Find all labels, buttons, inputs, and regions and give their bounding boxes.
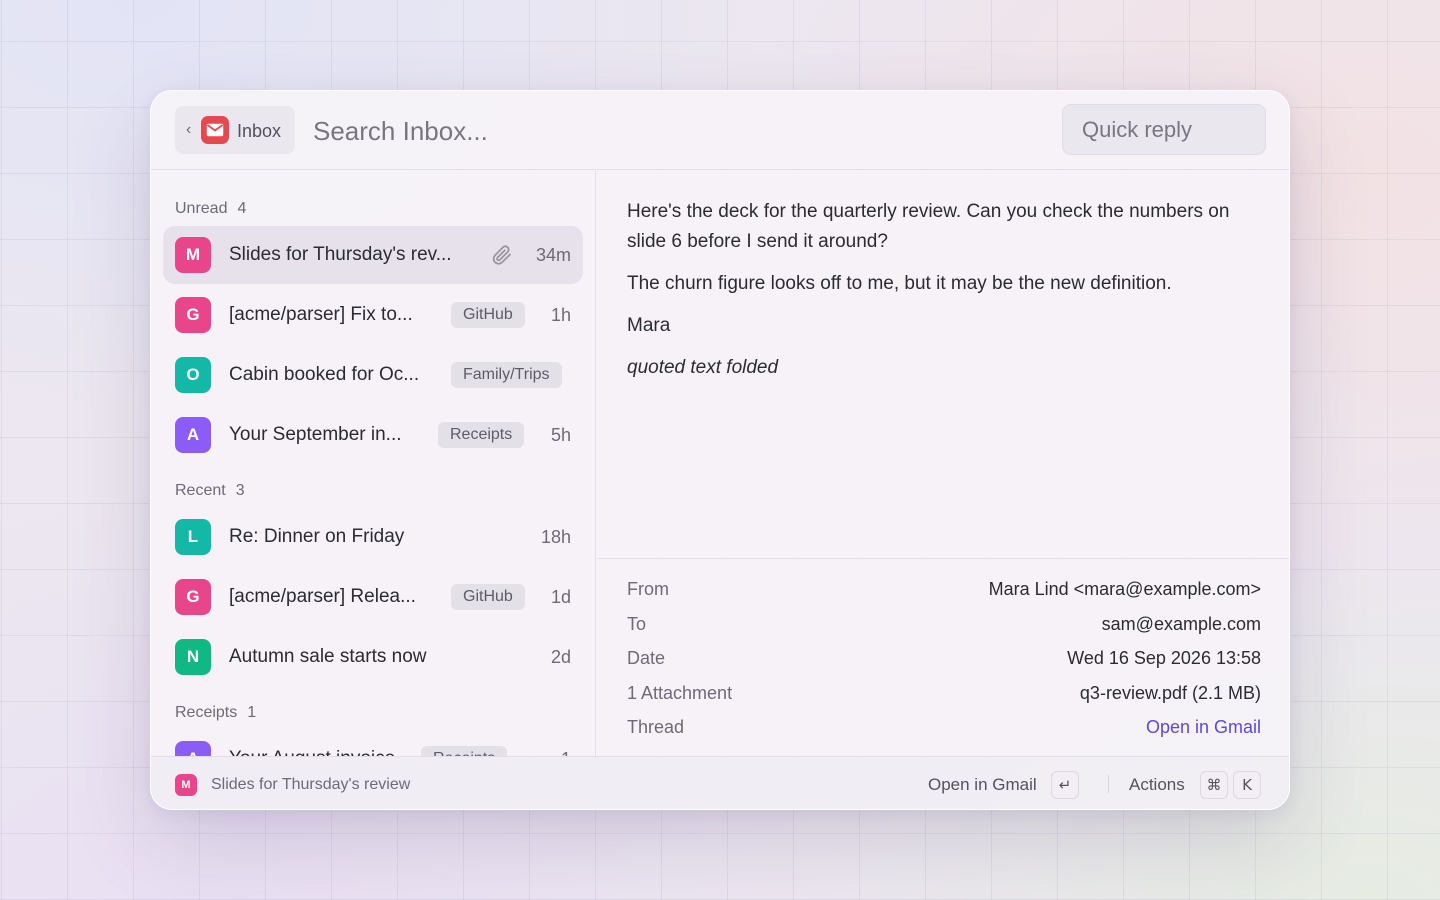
message-time: 34m — [535, 245, 571, 265]
message-time: 1h — [550, 305, 571, 325]
section-title-unread: Unread 4 — [175, 200, 246, 218]
return-key-icon: ↵ — [1051, 771, 1079, 799]
from-value: Mara Lind <mara@example.com> — [988, 579, 1261, 599]
message-subject: Autumn sale starts now — [229, 646, 427, 667]
back-label: Inbox — [237, 121, 282, 141]
avatar: O — [175, 357, 211, 393]
message-time: 1 — [561, 749, 571, 756]
avatar: G — [175, 579, 211, 615]
message-signature: Mara — [627, 315, 671, 336]
label-tag: Family/Trips — [451, 362, 562, 388]
avatar: M — [175, 774, 197, 796]
attachment-label: 1 Attachment — [627, 683, 733, 703]
message-time: 2d — [550, 647, 571, 667]
quoted-text-toggle[interactable]: quoted text folded — [627, 353, 1267, 383]
header: ‹ Inbox — [151, 91, 1289, 170]
list-item[interactable]: G [acme/parser] Relea... GitHub 1d — [163, 568, 583, 626]
chevron-left-icon: ‹ — [186, 121, 192, 138]
list-item[interactable]: M Slides for Thursday's rev... 34m — [163, 226, 583, 284]
label-tag: Receipts — [421, 746, 508, 756]
message-paragraph: Here's the deck for the quarterly review… — [627, 201, 1230, 252]
message-time: 5h — [550, 425, 571, 445]
list-item[interactable]: O Cabin booked for Oc... Family/Trips — [163, 346, 583, 404]
section-title-recent: Recent 3 — [175, 482, 245, 500]
section-label: Receipts — [175, 704, 238, 721]
message-body: Here's the deck for the quarterly review… — [627, 197, 1267, 395]
search-input[interactable] — [313, 111, 913, 151]
quick-reply-input[interactable] — [1062, 104, 1266, 155]
message-subject: Your August invoice — [229, 748, 395, 756]
message-subject: Cabin booked for Oc... — [229, 364, 420, 385]
message-subject: Slides for Thursday's rev... — [229, 244, 452, 265]
meta-row-from: From Mara Lind <mara@example.com> — [627, 579, 1261, 603]
list-item[interactable]: N Autumn sale starts now 2d — [163, 628, 583, 686]
from-label: From — [627, 579, 669, 599]
list-item[interactable]: A Your August invoice Receipts 1 — [163, 730, 583, 756]
list-item[interactable]: G [acme/parser] Fix to... GitHub 1h — [163, 286, 583, 344]
section-count: 4 — [237, 200, 247, 217]
message-subject: [acme/parser] Relea... — [229, 586, 416, 607]
thread-label: Thread — [627, 717, 685, 737]
avatar: A — [175, 741, 211, 756]
label-tag: GitHub — [451, 584, 525, 610]
meta-row-attachment: 1 Attachment q3-review.pdf (2.1 MB) — [627, 683, 1261, 707]
attachment-link[interactable]: q3-review.pdf (2.1 MB) — [1080, 683, 1261, 704]
actions-button[interactable]: Actions — [1129, 775, 1185, 795]
divider — [1108, 775, 1109, 793]
message-time: 1d — [550, 587, 571, 607]
section-title-receipts: Receipts 1 — [175, 704, 256, 722]
back-to-inbox-button[interactable]: ‹ Inbox — [175, 106, 295, 154]
open-in-gmail-link[interactable]: Open in Gmail — [1146, 717, 1261, 738]
message-time: 18h — [540, 527, 571, 547]
list-item[interactable]: A Your September in... Receipts 5h — [163, 406, 583, 464]
avatar: N — [175, 639, 211, 675]
section-count: 1 — [247, 704, 257, 721]
list-item[interactable]: L Re: Dinner on Friday 18h — [163, 508, 583, 566]
footer-bar: M Slides for Thursday's review Open in G… — [151, 756, 1289, 809]
section-label: Recent — [175, 482, 226, 499]
mail-icon — [201, 116, 229, 144]
message-subject: Your September in... — [229, 424, 402, 445]
date-value: Wed 16 Sep 2026 13:58 — [1067, 648, 1261, 668]
avatar: G — [175, 297, 211, 333]
inbox-window: ‹ Inbox Unread 4 M Slides for Thursday's … — [150, 90, 1290, 810]
to-label: To — [627, 614, 647, 634]
label-tag: GitHub — [451, 302, 525, 328]
message-subject: [acme/parser] Fix to... — [229, 304, 413, 325]
k-key-icon: K — [1233, 771, 1261, 799]
meta-row-thread: Thread Open in Gmail — [627, 717, 1261, 741]
paperclip-icon — [492, 245, 511, 265]
date-label: Date — [627, 648, 666, 668]
meta-row-to: To sam@example.com — [627, 614, 1261, 638]
selected-message-title: Slides for Thursday's review — [211, 776, 411, 793]
open-in-gmail-button[interactable]: Open in Gmail — [928, 775, 1037, 795]
message-list[interactable]: Unread 4 M Slides for Thursday's rev... 3… — [151, 171, 596, 756]
avatar: A — [175, 417, 211, 453]
message-paragraph: The churn figure looks off to me, but it… — [627, 273, 1172, 294]
avatar: L — [175, 519, 211, 555]
meta-row-date: Date Wed 16 Sep 2026 13:58 — [627, 648, 1261, 672]
section-label: Unread — [175, 200, 228, 217]
avatar: M — [175, 237, 211, 273]
to-value: sam@example.com — [1101, 614, 1261, 634]
command-key-icon: ⌘ — [1200, 771, 1228, 799]
label-tag: Receipts — [438, 422, 525, 448]
message-subject: Re: Dinner on Friday — [229, 526, 405, 547]
message-metadata: From Mara Lind <mara@example.com> To sam… — [597, 558, 1289, 756]
section-count: 3 — [235, 482, 245, 499]
